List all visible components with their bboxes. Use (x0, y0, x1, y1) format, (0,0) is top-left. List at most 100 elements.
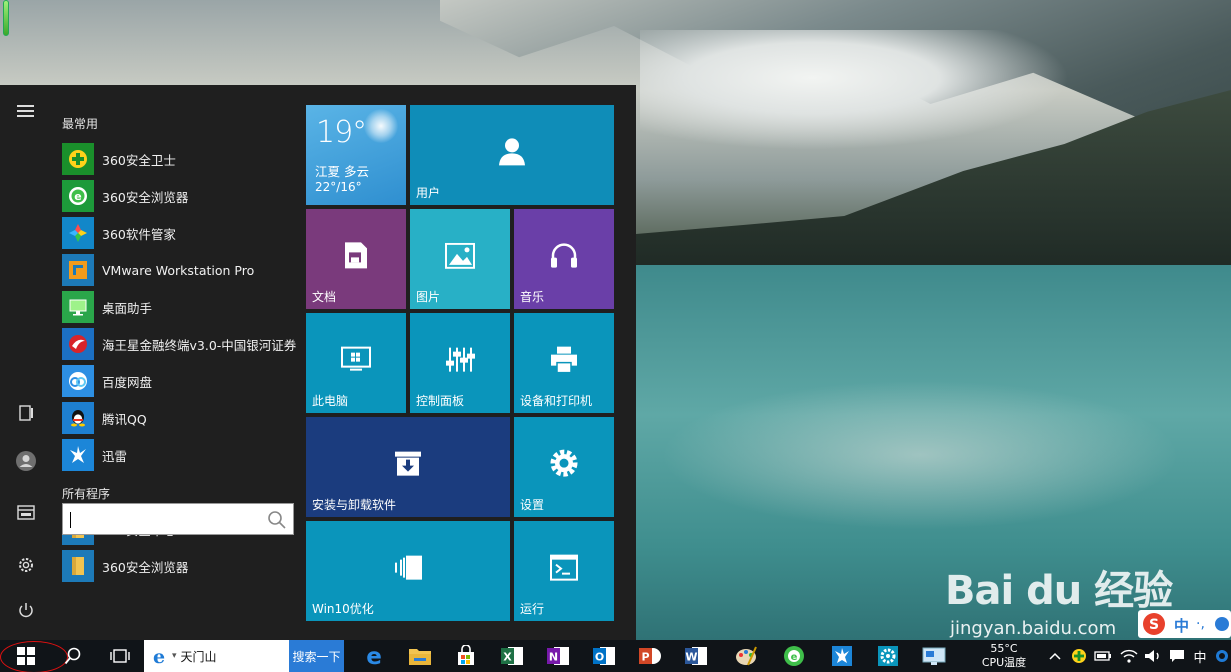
ie-search-input[interactable]: e ▾ 天门山 (144, 640, 289, 672)
monitor-icon (340, 346, 372, 374)
360-safeguard-icon (62, 143, 94, 175)
explorer-icon[interactable] (12, 498, 40, 526)
edge-icon[interactable]: e (358, 640, 390, 672)
dropdown-icon[interactable]: ▾ (172, 651, 177, 661)
tile-label: 文档 (312, 290, 337, 304)
tile-devices-printers[interactable]: 设备和打印机 (514, 313, 614, 413)
app-item-360-safeguard[interactable]: 360安全卫士 (62, 142, 298, 176)
ime-indicator[interactable]: 中 (1192, 640, 1208, 672)
cpu-temperature[interactable]: 55°C CPU温度 (975, 640, 1033, 672)
tile-label: Win10优化 (312, 602, 374, 616)
powerpoint-icon[interactable]: P (634, 640, 666, 672)
power-icon[interactable] (12, 596, 40, 624)
svg-text:e: e (791, 652, 798, 663)
sogou-ime-bar[interactable]: S 中 ·, (1138, 610, 1231, 638)
ie-icon: e (153, 646, 165, 667)
app-item-xunlei[interactable]: 迅雷 (62, 438, 298, 472)
weather-range: 22°/16° (315, 180, 362, 194)
tile-label: 运行 (520, 602, 545, 616)
tile-user[interactable]: 用户 (410, 105, 614, 205)
remote-desktop-icon[interactable] (918, 640, 950, 672)
tile-pictures[interactable]: 图片 (410, 209, 510, 309)
app-item-vmware[interactable]: VMware Workstation Pro (62, 253, 298, 287)
battery-icon[interactable] (1092, 640, 1114, 672)
onenote-icon[interactable]: N (542, 640, 574, 672)
taskbar: e ▾ 天门山 搜索一下 e X N O P W e 55°C CPU温度 中 (0, 640, 1231, 672)
volume-icon[interactable] (1142, 640, 1164, 672)
tile-this-pc[interactable]: 此电脑 (306, 313, 406, 413)
app-list: 最常用 360安全卫士 e 360安全浏览器 360软件管家 VMware Wo… (60, 85, 300, 640)
app-item-360-browser-folder[interactable]: 360安全浏览器 (62, 549, 298, 583)
user-icon[interactable] (12, 447, 40, 475)
file-explorer-icon[interactable] (404, 640, 436, 672)
excel-icon[interactable]: X (496, 640, 528, 672)
desktop-assistant-icon (62, 291, 94, 323)
svg-text:e: e (366, 644, 382, 668)
word-icon[interactable]: W (680, 640, 712, 672)
all-programs-heading: 所有程序 (62, 487, 111, 501)
app-item-neptune-finance[interactable]: 海王星金融终端v3.0-中国银河证券 (62, 327, 298, 361)
run-icon (549, 554, 579, 582)
svg-text:N: N (549, 651, 558, 664)
start-button[interactable] (0, 640, 52, 672)
tile-weather[interactable]: 19° 江夏 多云 22°/16° (306, 105, 406, 205)
tile-label: 图片 (416, 290, 441, 304)
outlook-icon[interactable]: O (588, 640, 620, 672)
sogou-punct-icon[interactable]: ·, (1196, 616, 1205, 632)
svg-text:O: O (595, 651, 604, 664)
app-name: 360安全浏览器 (102, 189, 189, 205)
windows-logo-icon (17, 647, 35, 665)
360-tray-icon[interactable] (1068, 640, 1090, 672)
settings-icon[interactable] (12, 551, 40, 579)
taskbar-search-icon[interactable] (58, 640, 88, 672)
search-icon[interactable] (267, 510, 287, 530)
app-name: 360软件管家 (102, 226, 176, 242)
xunlei-icon (62, 439, 94, 471)
sliders-icon (445, 346, 475, 374)
svg-text:P: P (641, 651, 649, 664)
tile-run[interactable]: 运行 (514, 521, 614, 621)
app-item-360-browser[interactable]: e 360安全浏览器 (62, 179, 298, 213)
sogou-mode: 中 (1174, 617, 1190, 635)
app-item-360-software-manager[interactable]: 360软件管家 (62, 216, 298, 250)
app-item-desktop-assistant[interactable]: 桌面助手 (62, 290, 298, 324)
wifi-icon[interactable] (1118, 640, 1140, 672)
360-browser-icon[interactable]: e (778, 640, 810, 672)
store-icon[interactable] (450, 640, 482, 672)
document-icon (343, 240, 369, 270)
folder-icon (62, 550, 94, 582)
tile-label: 安装与卸载软件 (312, 498, 397, 512)
svg-text:e: e (74, 190, 81, 203)
picture-icon (445, 242, 475, 269)
svg-text:e: e (153, 646, 165, 667)
tile-install-uninstall[interactable]: 安装与卸载软件 (306, 417, 510, 517)
tablet-mode-icon[interactable] (12, 399, 40, 427)
paint-icon[interactable] (730, 640, 762, 672)
start-menu: 最常用 360安全卫士 e 360安全浏览器 360软件管家 VMware Wo… (0, 85, 636, 640)
tile-win10-optimize[interactable]: Win10优化 (306, 521, 510, 621)
cortana-icon[interactable] (1212, 640, 1231, 672)
svg-text:X: X (503, 651, 512, 664)
svg-text:W: W (685, 651, 697, 664)
menu-icon[interactable] (12, 97, 40, 125)
weather-temp: 19° (316, 115, 367, 150)
most-used-heading: 最常用 (62, 117, 99, 131)
tile-label: 用户 (416, 186, 441, 200)
app-item-qq[interactable]: 腾讯QQ (62, 401, 298, 435)
ie-search-button[interactable]: 搜索一下 (289, 640, 344, 672)
xunlei-icon[interactable] (826, 640, 858, 672)
tile-documents[interactable]: 文档 (306, 209, 406, 309)
notification-icon[interactable] (1166, 640, 1188, 672)
settings-icon[interactable] (872, 640, 904, 672)
tile-settings[interactable]: 设置 (514, 417, 614, 517)
sun-icon (364, 109, 398, 143)
task-view-icon[interactable] (104, 640, 136, 672)
app-item-baidu-netdisk[interactable]: 百度网盘 (62, 364, 298, 398)
start-rail (0, 85, 52, 640)
chevron-up-icon[interactable] (1046, 640, 1064, 672)
tile-control-panel[interactable]: 控制面板 (410, 313, 510, 413)
app-name: 360安全卫士 (102, 152, 176, 168)
printer-icon (549, 346, 579, 374)
tile-music[interactable]: 音乐 (514, 209, 614, 309)
start-search-input[interactable] (62, 503, 294, 535)
